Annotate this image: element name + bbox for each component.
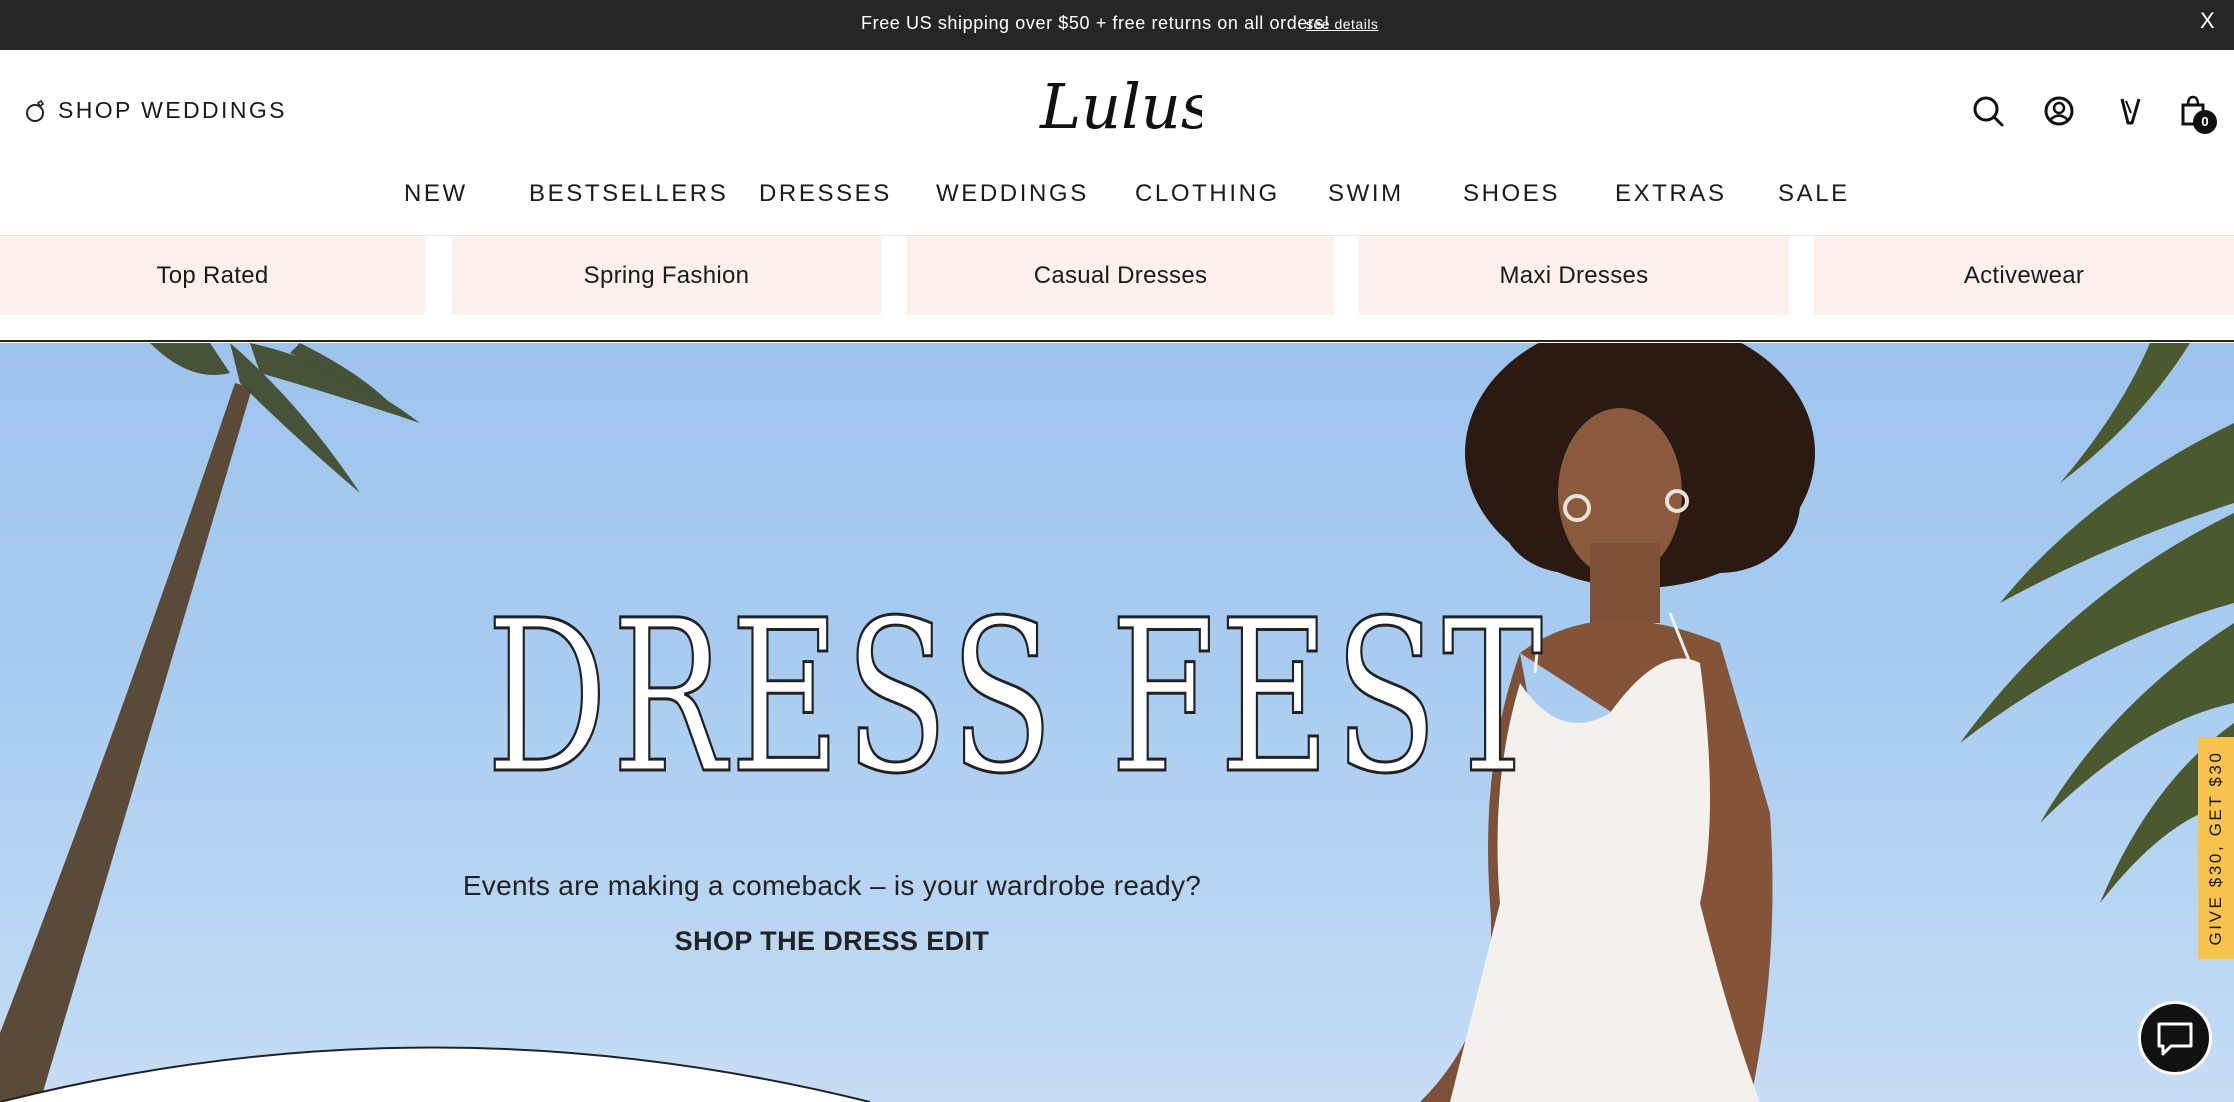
lulus-logo[interactable]: Lulus bbox=[1038, 70, 1202, 140]
main-nav: NEW BESTSELLERS DRESSES WEDDINGS CLOTHIN… bbox=[0, 180, 2234, 216]
nav-dresses[interactable]: DRESSES bbox=[759, 180, 892, 208]
shop-weddings-label: SHOP WEDDINGS bbox=[58, 97, 287, 123]
shop-weddings-link[interactable]: SHOP WEDDINGS bbox=[24, 97, 287, 124]
see-details-link[interactable]: see details bbox=[1306, 16, 1378, 32]
promo-bar: Free US shipping over $50 + free returns… bbox=[0, 0, 2234, 50]
nav-extras[interactable]: EXTRAS bbox=[1615, 180, 1727, 208]
hero-title: DRESS FEST bbox=[485, 575, 1548, 820]
category-casual-dresses[interactable]: Casual Dresses bbox=[907, 237, 1334, 315]
nav-new[interactable]: NEW bbox=[404, 180, 468, 208]
cart-count-badge: 0 bbox=[2193, 110, 2217, 134]
shop-dress-edit-link[interactable]: SHOP THE DRESS EDIT bbox=[352, 926, 1312, 957]
referral-tab-label: GIVE $30, GET $30 bbox=[2206, 750, 2225, 946]
category-maxi-dresses[interactable]: Maxi Dresses bbox=[1359, 237, 1789, 315]
svg-text:Lulus: Lulus bbox=[1039, 70, 1202, 140]
category-activewear[interactable]: Activewear bbox=[1814, 237, 2234, 315]
nav-bestsellers[interactable]: BESTSELLERS bbox=[529, 180, 728, 208]
nav-clothing[interactable]: CLOTHING bbox=[1135, 180, 1280, 208]
promo-text: Free US shipping over $50 + free returns… bbox=[861, 13, 1330, 33]
chat-button[interactable] bbox=[2138, 1001, 2212, 1075]
search-icon[interactable] bbox=[1970, 93, 2006, 129]
category-strip: Top Rated Spring Fashion Casual Dresses … bbox=[0, 237, 2234, 342]
category-spring-fashion[interactable]: Spring Fashion bbox=[452, 237, 881, 315]
nav-swim[interactable]: SWIM bbox=[1328, 180, 1404, 208]
close-promo-button[interactable]: X bbox=[2200, 8, 2215, 34]
referral-tab[interactable]: GIVE $30, GET $30 bbox=[2198, 737, 2234, 959]
nav-sale[interactable]: SALE bbox=[1778, 180, 1850, 208]
hero-banner[interactable]: DRESS FEST Events are making a comeback … bbox=[0, 343, 2234, 1102]
account-icon[interactable] bbox=[2041, 93, 2077, 129]
chat-icon bbox=[2157, 1022, 2193, 1056]
nav-shoes[interactable]: SHOES bbox=[1463, 180, 1560, 208]
site-header: SHOP WEDDINGS Lulus 0 NEW BESTSELLERS DR… bbox=[0, 50, 2234, 236]
category-top-rated[interactable]: Top Rated bbox=[0, 237, 425, 315]
nav-weddings[interactable]: WEDDINGS bbox=[936, 180, 1089, 208]
wishlist-icon[interactable] bbox=[2112, 93, 2148, 129]
ring-icon bbox=[26, 99, 45, 122]
hero-subtitle: Events are making a comeback – is your w… bbox=[462, 870, 1202, 901]
